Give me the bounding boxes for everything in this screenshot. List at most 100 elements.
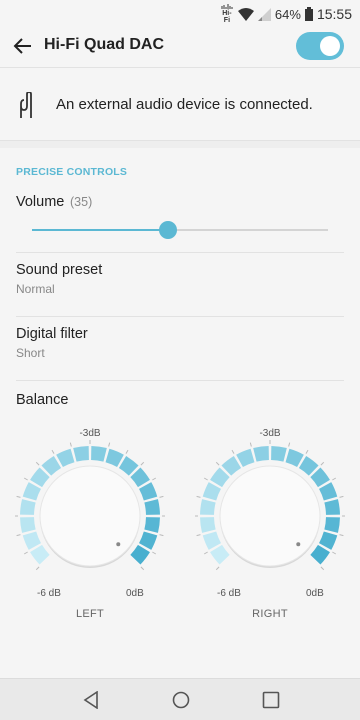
left-level-segment <box>105 448 124 467</box>
right-tick <box>332 477 337 481</box>
right-tick <box>339 495 344 498</box>
right-level-segment <box>202 531 221 550</box>
volume-label: Volume <box>16 194 65 210</box>
right-level-segment <box>324 499 340 515</box>
left-level-segment <box>20 499 36 515</box>
status-bar: Hi-Fi 64% 15:55 <box>0 0 360 24</box>
right-tick <box>196 495 201 498</box>
row-divider <box>16 316 344 317</box>
right-tick <box>320 566 325 571</box>
right-level-segment <box>253 446 269 462</box>
left-level-segment <box>91 446 107 462</box>
left-tick <box>125 449 129 454</box>
right-knob-min-label: -6 dB <box>217 588 241 599</box>
left-tick <box>159 534 164 537</box>
left-level-segment <box>144 517 160 533</box>
right-tick <box>332 551 337 555</box>
left-knob-indicator <box>116 542 121 547</box>
left-level-segment <box>73 446 89 462</box>
left-tick <box>16 495 21 498</box>
right-tick <box>215 461 220 466</box>
hifi-indicator-icon: Hi-Fi <box>220 4 234 24</box>
right-tick <box>320 461 325 466</box>
volume-slider[interactable] <box>32 220 328 240</box>
dac-toggle[interactable] <box>296 32 344 60</box>
section-header: PRECISE CONTROLS <box>16 166 128 178</box>
right-knob-body[interactable] <box>219 465 321 567</box>
right-tick <box>288 442 291 447</box>
left-level-segment <box>56 448 75 467</box>
right-level-segment <box>319 482 338 501</box>
right-level-segment <box>200 517 216 533</box>
clock: 15:55 <box>316 6 352 22</box>
right-knob-dial <box>195 440 345 571</box>
square-recents-icon <box>262 691 280 709</box>
left-level-segment <box>130 544 150 565</box>
right-knob-max-label: 0dB <box>306 588 324 599</box>
right-knob-indicator <box>296 542 301 547</box>
left-tick <box>152 551 157 555</box>
right-tick <box>305 449 309 454</box>
left-tick <box>35 566 40 571</box>
left-level-segment <box>139 482 158 501</box>
navigation-bar <box>0 678 360 720</box>
left-tick <box>51 449 55 454</box>
left-balance-knob[interactable]: -3dB -6 dB 0dB LEFT <box>15 428 165 628</box>
volume-value: (35) <box>70 195 93 209</box>
app-bar: Hi-Fi Quad DAC <box>0 24 360 68</box>
left-tick <box>108 442 111 447</box>
left-level-segment <box>20 517 36 533</box>
left-tick <box>140 566 145 571</box>
left-tick <box>23 551 28 555</box>
left-tick <box>35 461 40 466</box>
left-level-segment <box>22 531 41 550</box>
left-level-segment <box>144 499 160 515</box>
right-balance-knob[interactable]: -3dB -6 dB 0dB RIGHT <box>195 428 345 628</box>
digital-filter-value: Short <box>16 346 45 360</box>
left-knob-max-label: 0dB <box>126 588 144 599</box>
arrow-back-icon <box>13 38 31 54</box>
nav-back-button[interactable] <box>80 689 102 711</box>
right-level-segment <box>271 446 287 462</box>
notice-text: An external audio device is connected. <box>56 96 313 113</box>
left-level-segment <box>22 482 41 501</box>
right-level-segment <box>319 531 338 550</box>
nav-recents-button[interactable] <box>260 689 282 711</box>
toggle-knob <box>320 36 340 56</box>
right-tick <box>249 442 252 447</box>
digital-filter-title: Digital filter <box>16 326 88 342</box>
left-knob-body[interactable] <box>39 465 141 567</box>
sound-preset-title: Sound preset <box>16 262 103 278</box>
right-level-segment <box>324 517 340 533</box>
right-level-segment <box>285 448 304 467</box>
right-level-segment <box>202 482 221 501</box>
slider-fill <box>32 229 169 231</box>
right-tick <box>203 551 208 555</box>
section-divider <box>0 140 360 148</box>
row-divider <box>16 380 344 381</box>
right-tick <box>196 534 201 537</box>
left-knob-dial <box>15 440 165 571</box>
headphone-jack-icon <box>16 91 36 123</box>
back-button[interactable] <box>10 34 34 58</box>
slider-thumb[interactable] <box>159 221 178 239</box>
left-knob-name: LEFT <box>75 608 105 620</box>
right-tick <box>215 566 220 571</box>
wifi-icon <box>237 7 254 21</box>
left-tick <box>69 442 72 447</box>
left-tick <box>23 477 28 481</box>
right-tick <box>231 449 235 454</box>
external-device-notice: An external audio device is connected. <box>0 70 360 140</box>
row-divider <box>16 252 344 253</box>
right-tick <box>339 534 344 537</box>
left-tick <box>140 461 145 466</box>
balance-label: Balance <box>16 392 69 408</box>
right-knob-name: RIGHT <box>252 608 288 620</box>
left-knob-top-label: -3dB <box>79 428 101 439</box>
right-tick <box>203 477 208 481</box>
right-knob-top-label: -3dB <box>259 428 281 439</box>
right-level-segment <box>200 499 216 515</box>
battery-percent: 64% <box>274 6 301 22</box>
nav-home-button[interactable] <box>170 689 192 711</box>
left-level-segment <box>30 544 50 565</box>
